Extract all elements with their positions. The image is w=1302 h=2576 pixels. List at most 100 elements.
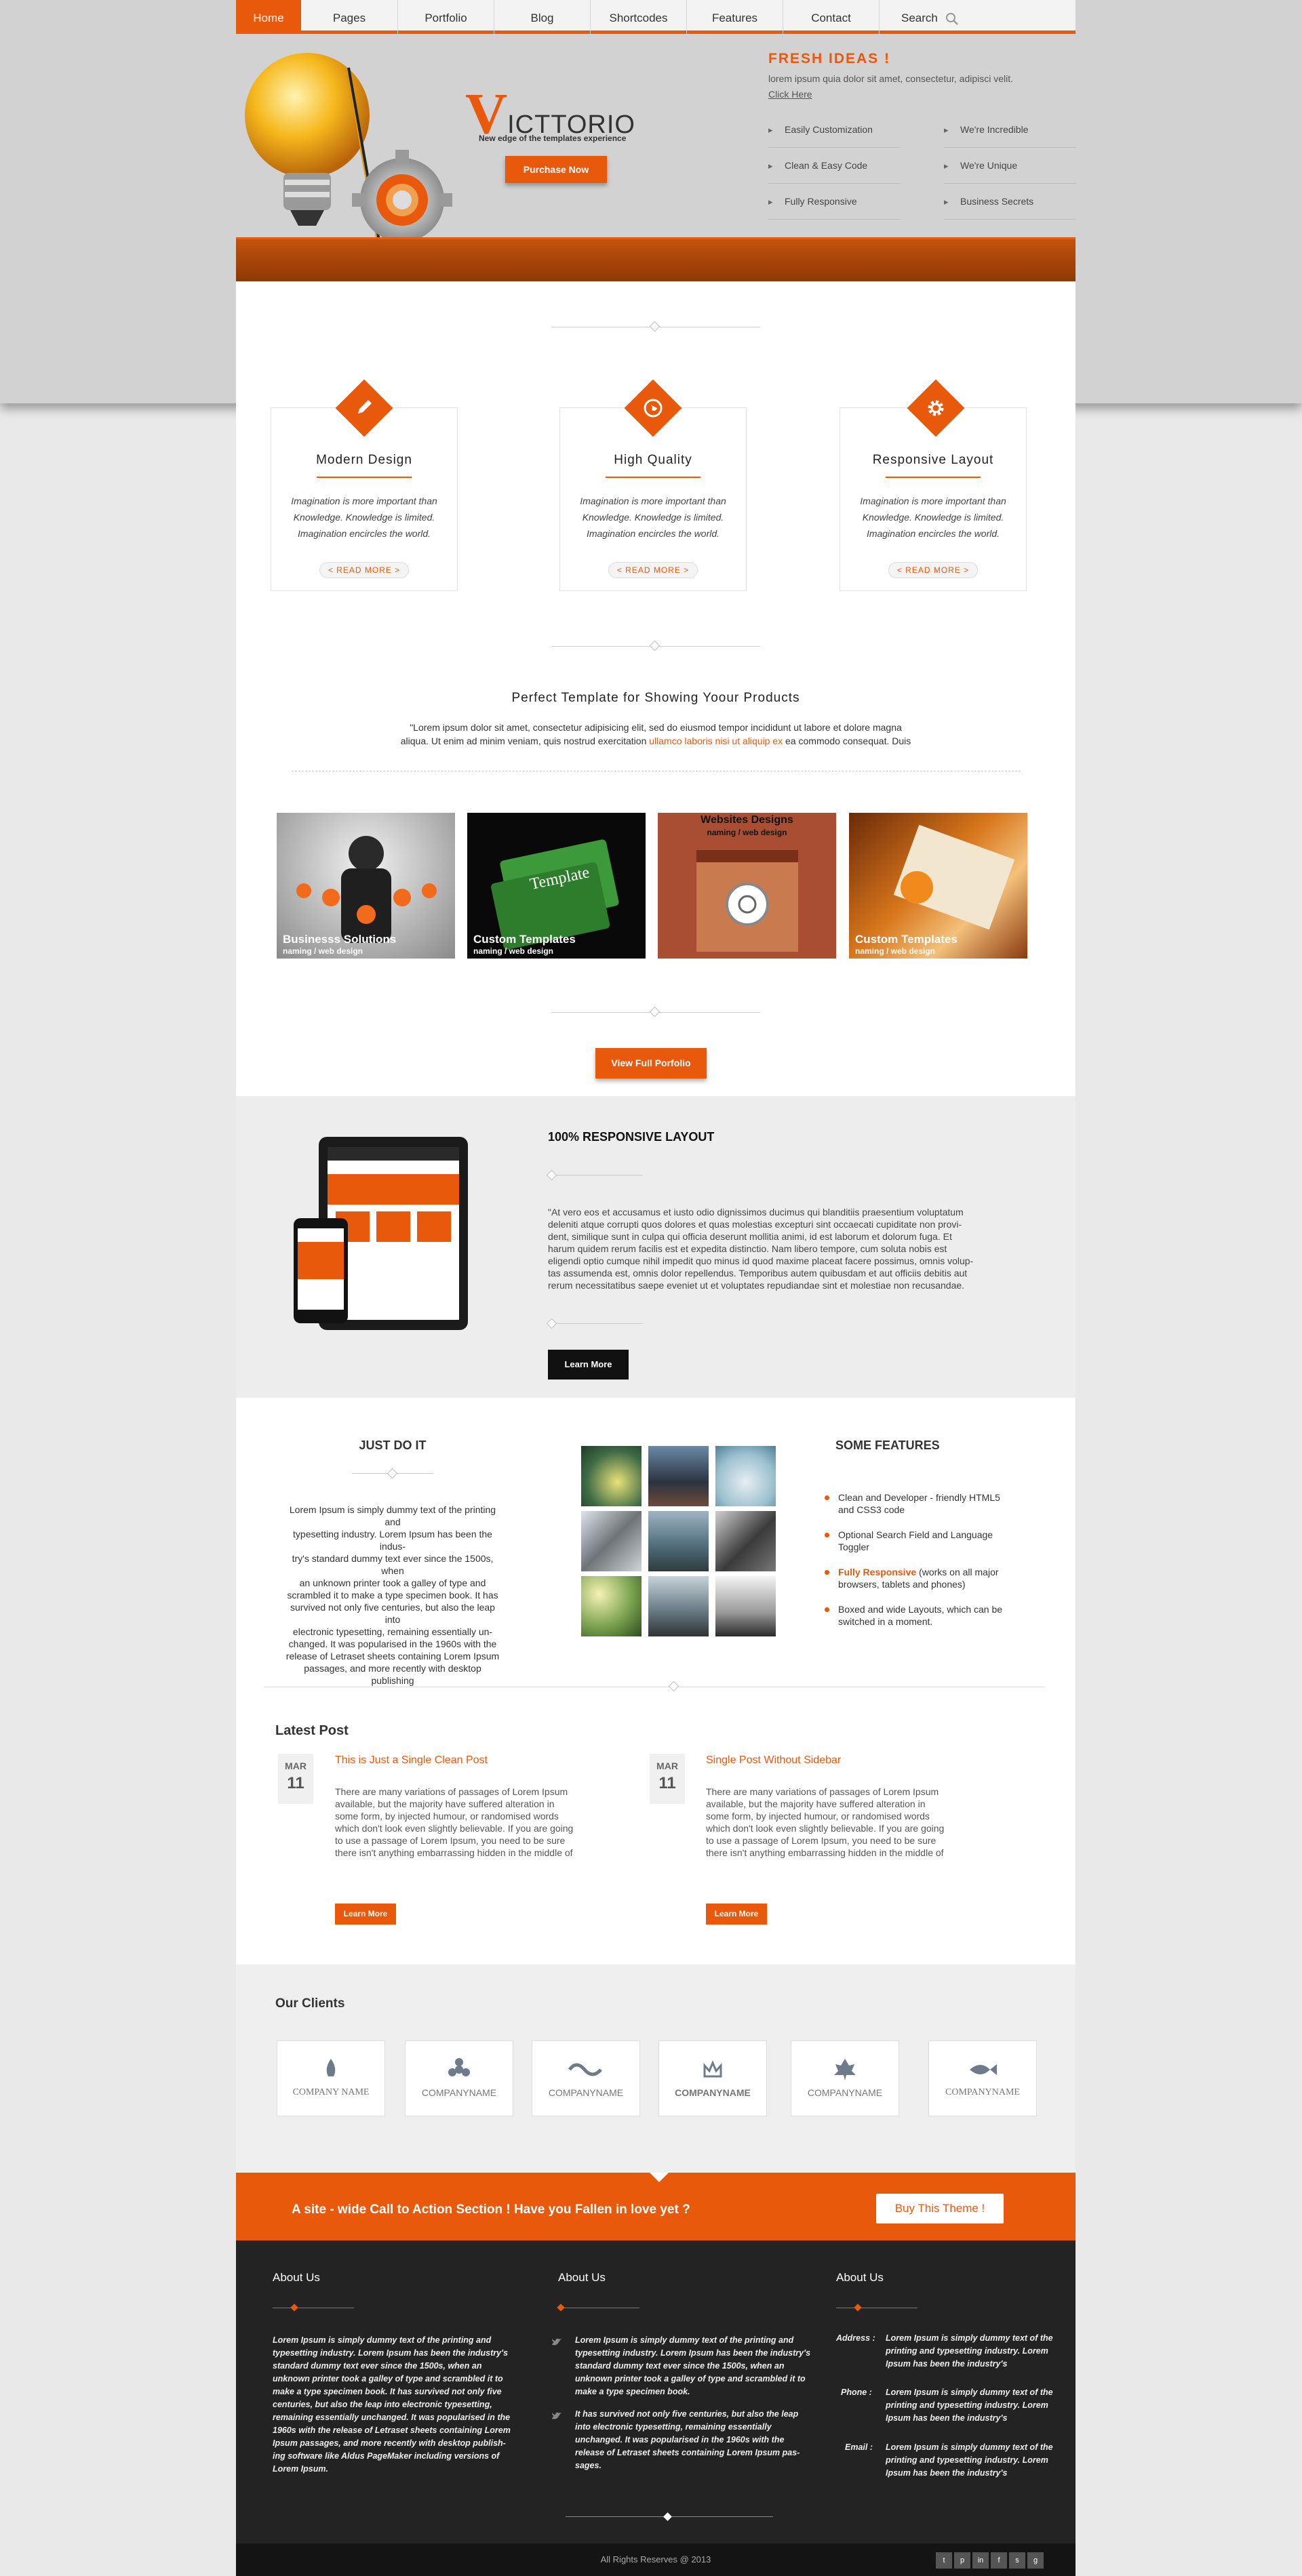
post-day: 11 (287, 1774, 304, 1792)
client-logo[interactable]: COMPANYNAME (928, 2040, 1037, 2116)
feature-list-item: Fully Responsive (works on all major brow… (825, 1566, 1028, 1603)
gallery-thumb[interactable] (581, 1511, 642, 1571)
client-logo[interactable]: COMPANYNAME (658, 2040, 767, 2116)
hero-bar (236, 237, 1076, 281)
post-title-link[interactable]: This is Just a Single Clean Post (335, 1754, 488, 1767)
portfolio-title: Custom Templates (855, 933, 958, 946)
text-line: It has survived not only five centuries,… (575, 2409, 799, 2419)
text-line: available, but the majority have suffere… (335, 1798, 555, 1809)
client-name: COMPANYNAME (945, 2087, 1020, 2097)
client-logo[interactable]: COMPANY NAME (277, 2040, 385, 2116)
footer-col-title: About Us (273, 2271, 320, 2284)
portfolio-sub: naming / web design (473, 946, 554, 956)
buy-theme-button[interactable]: Buy This Theme ! (876, 2194, 1004, 2223)
gallery-thumb[interactable] (648, 1576, 709, 1636)
learn-more-button[interactable]: Learn More (548, 1350, 629, 1380)
purchase-now-button[interactable]: Purchase Now (505, 156, 607, 183)
text-line: some form, by injected humour, or random… (335, 1811, 559, 1822)
post-month: MAR (285, 1760, 307, 1771)
service-text: Imagination encircles the world. (866, 528, 1000, 539)
text-line: sages. (575, 2461, 601, 2470)
client-logo[interactable]: COMPANYNAME (791, 2040, 899, 2116)
gallery-thumb[interactable] (715, 1576, 776, 1636)
feature-item[interactable]: Fully Responsive (768, 184, 901, 220)
read-more-button[interactable]: < READ MORE > (319, 562, 410, 578)
text-line: some form, by injected humour, or random… (706, 1811, 930, 1822)
text-line: printing and typesetting industry. Lorem (886, 2400, 1048, 2410)
post-title-link[interactable]: Single Post Without Sidebar (706, 1754, 841, 1767)
post-learn-more-button[interactable]: Learn More (335, 1904, 396, 1925)
products-text-line: aliqua. Ut enim ad minim veniam, quis no… (400, 736, 647, 746)
nav-shortcodes[interactable]: Shortcodes (590, 0, 686, 34)
nav-features[interactable]: Features (686, 0, 783, 34)
nav-search[interactable]: Search (879, 0, 975, 34)
feature-item[interactable]: We're Unique (944, 148, 1076, 184)
gallery-thumb[interactable] (581, 1576, 642, 1636)
text-line: into electronic typesetting, remaining e… (575, 2422, 772, 2432)
text-line: typesetting industry. Lorem Ipsum has be… (293, 1529, 492, 1552)
portfolio-item[interactable]: Custom Templates naming / web design (849, 813, 1027, 959)
linkedin-icon[interactable]: in (972, 2552, 989, 2569)
gallery-thumb[interactable] (715, 1446, 776, 1506)
responsive-text-line: rerum necessitatibus saepe eveniet ut et… (548, 1280, 965, 1291)
gallery-thumb[interactable] (648, 1511, 709, 1571)
service-icon-badge (907, 379, 965, 437)
text-line: browsers, tablets and phones) (838, 1579, 966, 1590)
view-portfolio-button[interactable]: View Full Porfolio (595, 1048, 707, 1079)
text-line: survived not only five centuries, but al… (290, 1602, 495, 1625)
twitter-icon[interactable]: t (936, 2552, 952, 2569)
skype-icon[interactable]: s (1009, 2552, 1025, 2569)
nav-pages[interactable]: Pages (301, 0, 397, 34)
feature-item[interactable]: Business Secrets (944, 184, 1076, 220)
pinterest-icon[interactable]: p (954, 2552, 970, 2569)
flame-icon (326, 2059, 336, 2076)
facebook-icon[interactable]: f (991, 2552, 1007, 2569)
nav-home[interactable]: Home (236, 0, 301, 34)
gallery-thumb[interactable] (581, 1446, 642, 1506)
nav-contact[interactable]: Contact (783, 0, 879, 34)
client-name: COMPANYNAME (807, 2087, 883, 2098)
contact-label: Email : (845, 2442, 873, 2452)
text-line: centuries, but also the leap into electr… (273, 2400, 492, 2409)
client-logo[interactable]: COMPANYNAME (405, 2040, 513, 2116)
text-line: standard dummy text ever since the 1500s… (273, 2361, 482, 2371)
portfolio-item[interactable]: Businesss Solutions naming / web design (277, 813, 455, 959)
nav-blog[interactable]: Blog (494, 0, 590, 34)
text-line: scrambled it to make a type specimen boo… (287, 1590, 498, 1601)
service-icon-badge (624, 379, 682, 437)
nav-portfolio[interactable]: Portfolio (397, 0, 494, 34)
post-learn-more-button[interactable]: Learn More (706, 1904, 767, 1925)
feature-item[interactable]: Easily Customization (768, 112, 901, 148)
feature-list-item: Clean and Developer - friendly HTML5 and … (825, 1491, 1028, 1529)
text-line: to use a passage of Lorem Ipsum, you nee… (335, 1835, 566, 1846)
footer-col-title: About Us (836, 2271, 884, 2284)
text-line: Ipsum has been the industry's (886, 2359, 1008, 2369)
text-line: Toggler (838, 1542, 869, 1552)
contact-text: Lorem Ipsum is simply dummy text of the p… (886, 2332, 1053, 2371)
text-line: Lorem Ipsum is simply dummy text of the … (575, 2335, 794, 2345)
feature-item[interactable]: Clean & Easy Code (768, 148, 901, 184)
text-line: standard dummy text ever since the 1500s… (575, 2361, 785, 2371)
portfolio-item[interactable]: Template Custom Templates naming / web de… (467, 813, 646, 959)
read-more-button[interactable]: < READ MORE > (608, 562, 698, 578)
responsive-text: "At vero eos et accusamus et iusto odio … (548, 1206, 973, 1291)
read-more-button[interactable]: < READ MORE > (888, 562, 979, 578)
click-here-link[interactable]: Click Here (768, 89, 812, 100)
googleplus-icon[interactable]: g (1027, 2552, 1044, 2569)
text-line: changed. It was popularised in the 1960s… (288, 1638, 497, 1649)
gallery-thumb[interactable] (715, 1511, 776, 1571)
gallery-thumb[interactable] (648, 1446, 709, 1506)
products-title: Perfect Template for Showing Yoour Produ… (511, 691, 800, 705)
globe-icon (644, 399, 663, 418)
feature-highlight: Fully Responsive (838, 1567, 917, 1577)
text-line: 1960s with the release of Letraset sheet… (273, 2426, 511, 2435)
feature-item[interactable]: We're Incredible (944, 112, 1076, 148)
portfolio-item[interactable]: Websites Designs naming / web design (658, 813, 836, 959)
products-highlight: ullamco laboris nisi ut aliquip ex (649, 736, 783, 746)
text-line: switched in a moment. (838, 1616, 933, 1627)
text-line: there isn't anything embarrassing hidden… (335, 1847, 573, 1858)
service-text: Imagination is more important than (291, 496, 437, 506)
service-text: Knowledge. Knowledge is limited. (862, 512, 1004, 523)
client-logo[interactable]: COMPANYNAME (532, 2040, 640, 2116)
products-text: "Lorem ipsum dolor sit amet, consectetur… (236, 721, 1076, 748)
